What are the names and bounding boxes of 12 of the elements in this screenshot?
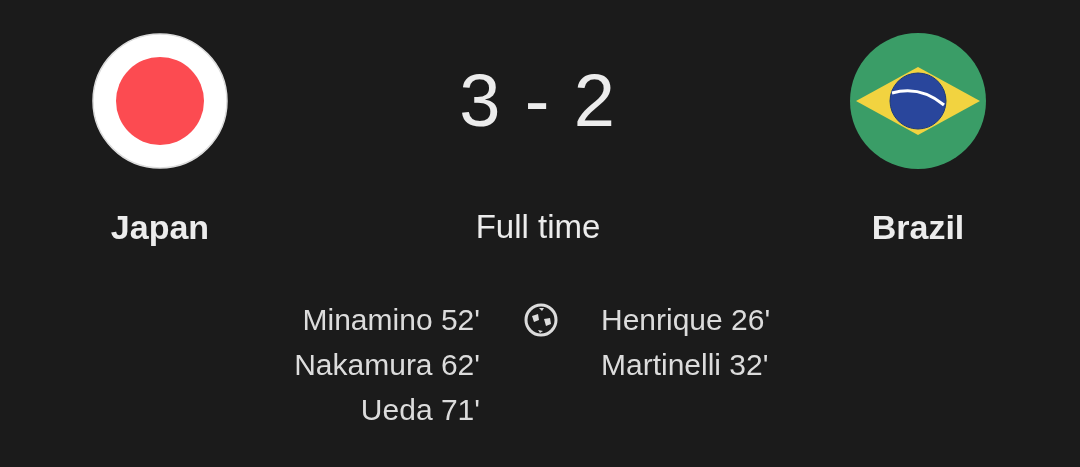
goal-scorer: Ueda 71' [360, 392, 480, 428]
goal-scorer: Martinelli 32' [601, 347, 769, 383]
goal-scorer: Nakamura 62' [294, 347, 480, 383]
soccer-ball-icon [523, 303, 558, 337]
goal-scorer: Minamino 52' [302, 302, 480, 338]
brazil-flag-icon [850, 33, 986, 169]
goal-scorer: Henrique 26' [601, 302, 771, 338]
team-name: Japan [110, 207, 210, 247]
team-name: Brazil [871, 207, 965, 247]
match-status: Full time [475, 207, 601, 247]
score: 3 - 2 [459, 58, 617, 144]
japan-flag-icon [92, 33, 228, 169]
